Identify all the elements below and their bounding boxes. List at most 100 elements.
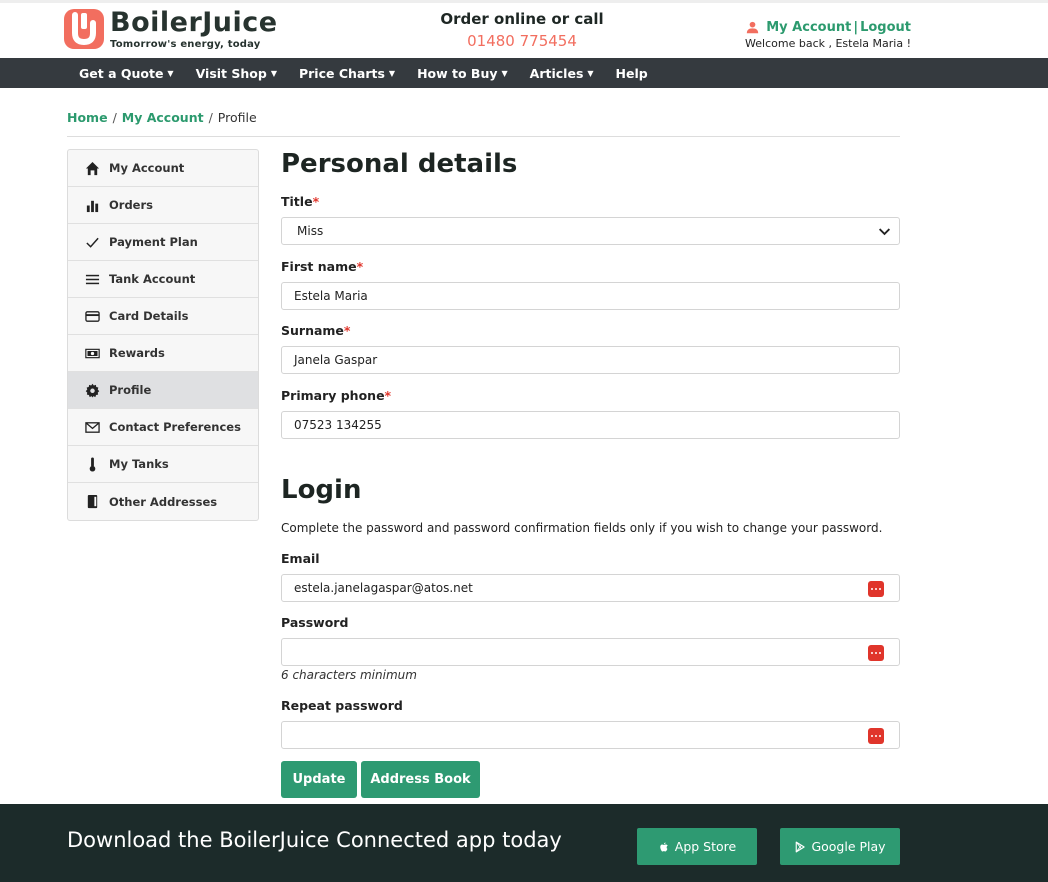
logo-name: BoilerJuice [110, 7, 278, 38]
nav-visit-shop[interactable]: Visit Shop ▼ [196, 66, 277, 81]
my-account-link[interactable]: My Account [766, 20, 851, 35]
breadcrumb-separator: / [112, 110, 117, 125]
sidebar-item-card-details[interactable]: Card Details [68, 298, 258, 335]
google-play-label: Google Play [811, 839, 886, 854]
account-area: My Account | Logout Welcome back , Estel… [745, 20, 911, 50]
sidebar-item-orders[interactable]: Orders [68, 187, 258, 224]
primary-phone-label: Primary phone* [281, 388, 391, 403]
surname-value: Janela Gaspar [294, 353, 378, 367]
surname-field[interactable]: Janela Gaspar [281, 346, 900, 374]
nav-label: Get a Quote [79, 65, 164, 81]
repeat-password-field[interactable] [281, 721, 900, 749]
password-note: Complete the password and password confi… [281, 521, 883, 535]
nav-get-a-quote[interactable]: Get a Quote ▼ [79, 66, 174, 81]
title-select[interactable]: Miss [281, 217, 900, 245]
sidebar-item-label: Payment Plan [109, 235, 198, 249]
address-book-icon [85, 494, 100, 509]
required-marker: * [384, 388, 392, 403]
sidebar-item-tank-account[interactable]: Tank Account [68, 261, 258, 298]
sidebar-item-my-account[interactable]: My Account [68, 150, 258, 187]
email-label: Email [281, 551, 320, 566]
label-text: Primary phone [281, 388, 385, 403]
site-header: BoilerJuice Tomorrow's energy, today Ord… [0, 3, 1048, 58]
chevron-down-icon [878, 228, 891, 236]
caret-down-icon: ▼ [167, 68, 174, 78]
nav-how-to-buy[interactable]: How to Buy ▼ [417, 66, 508, 81]
nav-label: Visit Shop [195, 65, 267, 81]
update-button[interactable]: Update [281, 761, 357, 798]
caret-down-icon: ▼ [501, 68, 508, 78]
home-icon [85, 161, 100, 176]
app-store-button[interactable]: App Store [637, 828, 757, 865]
sidebar-item-label: Tank Account [109, 272, 196, 286]
title-select-value: Miss [297, 224, 324, 238]
sidebar-item-label: My Account [109, 161, 185, 175]
envelope-icon [85, 420, 100, 435]
apple-icon [660, 842, 668, 851]
sidebar-item-other-addresses[interactable]: Other Addresses [68, 483, 258, 520]
first-name-value: Estela Maria [294, 289, 368, 303]
sidebar-item-label: Rewards [109, 346, 165, 360]
google-play-icon [796, 841, 806, 852]
nav-help[interactable]: Help [616, 66, 648, 81]
main-nav: Get a Quote ▼ Visit Shop ▼ Price Charts ▼ H… [0, 58, 1048, 88]
primary-phone-value: 07523 134255 [294, 418, 382, 432]
sidebar-item-label: Orders [109, 198, 153, 212]
nav-label: Price Charts [298, 65, 385, 81]
breadcrumb-current: Profile [217, 110, 257, 125]
sidebar-item-my-tanks[interactable]: My Tanks [68, 446, 258, 483]
caret-down-icon: ▼ [270, 68, 277, 78]
password-manager-icon[interactable] [868, 645, 884, 661]
check-icon [85, 235, 100, 250]
caret-down-icon: ▼ [388, 68, 396, 78]
sidebar-item-label: Contact Preferences [109, 420, 241, 434]
sidebar-item-contact-preferences[interactable]: Contact Preferences [68, 409, 258, 446]
personal-details-heading: Personal details [281, 149, 518, 179]
password-manager-icon[interactable] [868, 728, 884, 744]
app-store-label: App Store [674, 839, 737, 854]
bar-chart-icon [85, 198, 100, 213]
sidebar-item-profile[interactable]: Profile [68, 372, 258, 409]
breadcrumb-home[interactable]: Home [67, 110, 108, 125]
divider [67, 136, 900, 137]
credit-card-icon [85, 309, 100, 324]
person-icon [747, 21, 759, 34]
app-download-banner: Download the BoilerJuice Connected app t… [0, 804, 1048, 882]
nav-price-charts[interactable]: Price Charts ▼ [299, 66, 395, 81]
gear-icon [85, 383, 100, 398]
menu-lines-icon [85, 272, 100, 287]
phone-number[interactable]: 01480 775454 [400, 32, 644, 50]
boilerjuice-logo-icon [64, 9, 104, 49]
account-separator: | [853, 20, 859, 35]
address-book-button[interactable]: Address Book [361, 761, 480, 798]
logout-link[interactable]: Logout [860, 20, 911, 35]
password-hint: 6 characters minimum [281, 668, 417, 682]
label-text: First name [281, 259, 357, 274]
primary-phone-field[interactable]: 07523 134255 [281, 411, 900, 439]
label-text: Title [281, 194, 313, 209]
google-play-button[interactable]: Google Play [780, 828, 900, 865]
password-field[interactable] [281, 638, 900, 666]
account-sidebar: My Account Orders Payment Plan Tank Acco… [67, 149, 259, 521]
password-manager-icon[interactable] [868, 581, 884, 597]
title-label: Title* [281, 194, 319, 209]
sidebar-item-label: Other Addresses [109, 494, 218, 509]
required-marker: * [312, 194, 320, 209]
surname-label: Surname* [281, 323, 350, 338]
sidebar-item-rewards[interactable]: Rewards [68, 335, 258, 372]
breadcrumb-separator: / [208, 110, 213, 125]
email-field[interactable]: estela.janelagaspar@atos.net [281, 574, 900, 602]
sidebar-item-payment-plan[interactable]: Payment Plan [68, 224, 258, 261]
password-label: Password [281, 615, 349, 630]
email-value: estela.janelagaspar@atos.net [294, 581, 473, 595]
logo[interactable]: BoilerJuice Tomorrow's energy, today [64, 9, 278, 50]
sidebar-item-label: My Tanks [109, 457, 169, 471]
order-title: Order online or call [440, 10, 604, 28]
nav-articles[interactable]: Articles ▼ [530, 66, 594, 81]
breadcrumb: Home / My Account / Profile [67, 110, 257, 125]
required-marker: * [356, 259, 364, 274]
breadcrumb-my-account[interactable]: My Account [122, 110, 204, 125]
first-name-field[interactable]: Estela Maria [281, 282, 900, 310]
nav-label: Articles [529, 65, 584, 81]
sidebar-item-label: Card Details [109, 309, 189, 323]
